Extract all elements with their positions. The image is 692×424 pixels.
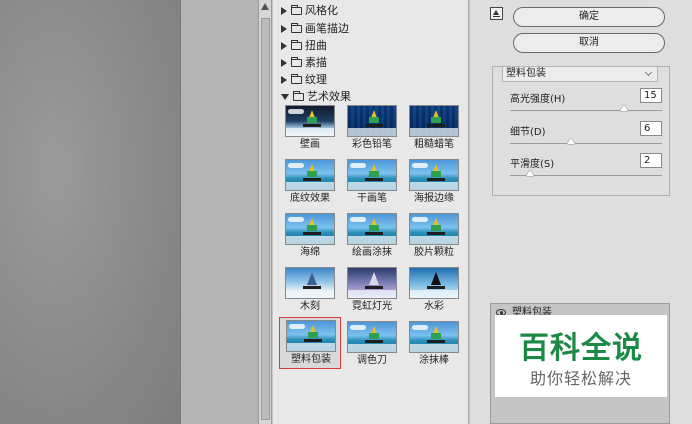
filter-tile-poster-edges[interactable]: 海报边缘 bbox=[403, 157, 465, 209]
expand-arrow-icon bbox=[281, 42, 287, 50]
expand-arrow-icon bbox=[281, 25, 287, 33]
colored-pencil-thumbnail bbox=[347, 105, 397, 137]
filter-tile-fresco[interactable]: 壁画 bbox=[279, 103, 341, 155]
filter-tile-palette-knife[interactable]: 调色刀 bbox=[341, 319, 403, 371]
scrollbar-thumb[interactable] bbox=[261, 18, 270, 420]
filter-tile-watercolor[interactable]: 水彩 bbox=[403, 265, 465, 317]
cancel-button[interactable]: 取消 bbox=[513, 33, 665, 53]
category-brush-strokes[interactable]: 画笔描边 bbox=[281, 21, 349, 37]
chevron-down-icon bbox=[644, 68, 653, 77]
folder-icon bbox=[291, 57, 302, 67]
detail-label: 细节(D) bbox=[510, 127, 546, 138]
smoothness-input[interactable]: 2 bbox=[640, 153, 662, 168]
scroll-up-icon[interactable] bbox=[261, 3, 269, 10]
watermark-subtitle: 助你轻松解决 bbox=[529, 369, 632, 388]
slider-knob[interactable] bbox=[526, 170, 535, 176]
highlight-strength-input[interactable]: 15 bbox=[640, 88, 662, 103]
filter-select-value: 塑料包装 bbox=[506, 68, 546, 79]
slider-knob[interactable] bbox=[566, 138, 575, 144]
preview-panel-edge bbox=[180, 0, 258, 424]
smoothness-slider[interactable] bbox=[510, 170, 662, 176]
film-grain-thumbnail bbox=[409, 213, 459, 245]
folder-icon bbox=[291, 23, 302, 33]
filter-tile-plastic-wrap[interactable]: 塑料包装 bbox=[279, 317, 341, 369]
folder-icon bbox=[291, 74, 302, 84]
filter-gallery: 风格化 画笔描边 扭曲 素描 纹理 艺术效果 壁画 彩色铅笔 粗糙蜡笔 底纹效果 bbox=[273, 0, 469, 424]
folder-open-icon bbox=[293, 91, 304, 101]
palette-knife-thumbnail bbox=[347, 321, 397, 353]
collapse-arrow-icon bbox=[281, 94, 289, 100]
category-texture[interactable]: 纹理 bbox=[281, 72, 327, 88]
filter-tile-sponge[interactable]: 海绵 bbox=[279, 211, 341, 263]
filter-tile-dry-brush[interactable]: 干画笔 bbox=[341, 157, 403, 209]
highlight-strength-slider[interactable] bbox=[510, 105, 662, 111]
smoothness-label: 平滑度(S) bbox=[510, 159, 555, 170]
watercolor-thumbnail bbox=[409, 267, 459, 299]
filter-tile-smudge-stick[interactable]: 涂抹棒 bbox=[403, 319, 465, 371]
expand-arrow-icon bbox=[281, 76, 287, 84]
fresco-thumbnail bbox=[285, 105, 335, 137]
highlight-strength-label: 高光强度(H) bbox=[510, 94, 566, 105]
plastic-wrap-thumbnail bbox=[286, 320, 336, 352]
folder-icon bbox=[291, 40, 302, 50]
image-preview-canvas[interactable] bbox=[0, 0, 180, 424]
watermark-logo: 百科全说 助你轻松解决 bbox=[495, 315, 667, 397]
dry-brush-thumbnail bbox=[347, 159, 397, 191]
filter-tile-rough-pastels[interactable]: 粗糙蜡笔 bbox=[403, 103, 465, 155]
expand-arrow-icon bbox=[281, 7, 287, 15]
filter-tile-colored-pencil[interactable]: 彩色铅笔 bbox=[341, 103, 403, 155]
folder-icon bbox=[291, 5, 302, 15]
underpainting-thumbnail bbox=[285, 159, 335, 191]
smudge-stick-thumbnail bbox=[409, 321, 459, 353]
category-stylize[interactable]: 风格化 bbox=[281, 3, 338, 19]
watermark-title: 百科全说 bbox=[519, 331, 643, 366]
filter-tile-underpainting[interactable]: 底纹效果 bbox=[279, 157, 341, 209]
detail-slider[interactable] bbox=[510, 138, 662, 144]
filter-tile-neon-glow[interactable]: 霓虹灯光 bbox=[341, 265, 403, 317]
poster-edges-thumbnail bbox=[409, 159, 459, 191]
category-distort[interactable]: 扭曲 bbox=[281, 38, 327, 54]
collapse-gallery-icon[interactable] bbox=[490, 7, 503, 20]
preview-scrollbar[interactable] bbox=[258, 0, 272, 424]
filter-tile-film-grain[interactable]: 胶片颗粒 bbox=[403, 211, 465, 263]
category-sketch[interactable]: 素描 bbox=[281, 55, 327, 71]
paint-daubs-thumbnail bbox=[347, 213, 397, 245]
detail-input[interactable]: 6 bbox=[640, 121, 662, 136]
cutout-thumbnail bbox=[285, 267, 335, 299]
ok-button[interactable]: 确定 bbox=[513, 7, 665, 27]
rough-pastels-thumbnail bbox=[409, 105, 459, 137]
expand-arrow-icon bbox=[281, 59, 287, 67]
slider-knob[interactable] bbox=[620, 105, 628, 111]
filter-select-dropdown[interactable]: 塑料包装 bbox=[502, 66, 658, 82]
filter-tile-paint-daubs[interactable]: 绘画涂抹 bbox=[341, 211, 403, 263]
neon-glow-thumbnail bbox=[347, 267, 397, 299]
sponge-thumbnail bbox=[285, 213, 335, 245]
filter-tile-cutout[interactable]: 木刻 bbox=[279, 265, 341, 317]
